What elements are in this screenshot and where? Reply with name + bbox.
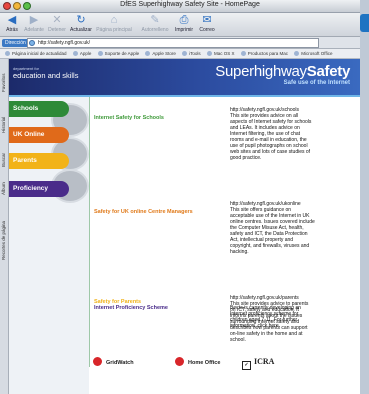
close-window-button[interactable] [3,2,11,10]
gridwatch-link[interactable]: GridWatch [93,357,134,368]
back-arrow-icon: ◀ [7,14,17,26]
section-heading-uk-online[interactable]: Safety for UK online Centre Managers [94,209,193,215]
mail-button[interactable]: ✉ Correo [197,14,217,33]
section-heading-schools[interactable]: Internet Safety for Schools [94,115,164,121]
nav-tab-parents[interactable]: Parents [9,153,69,169]
site-banner: department for education and skills Supe… [9,59,360,97]
refresh-button[interactable]: ↻ Actualizar [69,14,93,33]
bookmark-icon [145,51,151,56]
icra-logo-icon: ✓ [242,361,251,370]
globe-icon [29,40,35,46]
refresh-icon: ↻ [76,14,86,26]
icra-link[interactable]: ✓ ICRA [242,357,274,370]
favorite-link[interactable]: Productos para Mac [240,49,288,58]
section-description-uk-online: http://safety.ngfl.gov.uk/ukonline This … [230,201,315,255]
mail-icon: ✉ [202,14,212,26]
sidetab-history[interactable]: Historial [1,107,8,143]
title-bar: DfES Superhighway Safety Site - HomePage [0,0,360,13]
window-title: DfES Superhighway Safety Site - HomePage [120,1,260,8]
address-input[interactable]: http://safety.ngfl.gov.uk/ [27,38,319,48]
sidetab-album[interactable]: Álbum [1,177,8,201]
web-page: department for education and skills Supe… [9,59,360,394]
main-content: Internet Safety for Schools http://safet… [94,107,354,357]
desktop-edge [360,0,369,394]
bookmark-icon [72,51,78,56]
bookmark-icon [5,51,10,56]
favorite-link[interactable]: Apple Store [145,49,176,58]
favorite-link[interactable]: Página inicial de actualidad [5,49,67,58]
zoom-window-button[interactable] [23,2,31,10]
bookmark-icon [294,51,300,56]
bookmark-icon [182,51,188,56]
forward-arrow-icon: ▶ [29,14,39,26]
favorite-link[interactable]: Apple [72,49,91,58]
nav-tab-uk-online[interactable]: UK Online [9,127,69,143]
back-button[interactable]: ◀ Atrás [3,14,21,33]
autofill-button[interactable]: ✎ Autorrelleno [139,14,171,33]
section-description-schools: http://safety.ngfl.gov.uk/schools This s… [230,107,315,161]
favorite-link[interactable]: iTools [182,49,201,58]
background-window-edge [360,14,369,32]
favorite-link[interactable]: Microsoft Office [294,49,332,58]
print-icon: ⎙ [179,14,189,26]
favorites-bar: Página inicial de actualidad Apple Sopor… [0,49,360,59]
favorite-link[interactable]: Mac OS X [206,49,234,58]
section-heading-proficiency[interactable]: Internet Proficiency Scheme [94,305,168,311]
minimize-window-button[interactable] [13,2,21,10]
sidetab-search[interactable]: Buscar [1,147,8,173]
explorer-side-tabs: Favoritos Historial Buscar Álbum Recorte… [0,59,9,394]
address-bar-row: Dirección http://safety.ngfl.gov.uk/ [0,37,360,49]
home-office-logo-icon [175,357,184,366]
sidetab-favorites[interactable]: Favoritos [1,63,8,103]
bookmark-icon [240,51,246,56]
forward-button[interactable]: ▶ Adelante [23,14,45,33]
stop-icon: ✕ [52,14,62,26]
nav-tab-schools[interactable]: Schools [9,101,69,117]
dfes-logo[interactable]: education and skills [13,71,78,80]
bookmark-icon [206,51,212,56]
bookmark-icon [97,51,103,56]
home-icon: ⌂ [110,14,118,26]
browser-toolbar: ◀ Atrás ▶ Adelante ✕ Detener ↻ Actualiza… [0,13,360,37]
stop-button[interactable]: ✕ Detener [47,14,67,33]
home-office-link[interactable]: Home Office [175,357,220,368]
favorite-link[interactable]: Soporte de Apple [97,49,139,58]
print-button[interactable]: ⎙ Imprimir [173,14,195,33]
home-button[interactable]: ⌂ Página principal [95,14,133,33]
site-subtitle: Safe use of the Internet [283,80,350,86]
nav-tab-proficiency[interactable]: Proficiency [9,181,69,197]
browser-window: DfES Superhighway Safety Site - HomePage… [0,0,360,394]
autofill-icon: ✎ [150,14,160,26]
site-title: SuperhighwaySafety [215,63,350,80]
section-description-proficiency: Becta is currently developing an Interne… [230,305,301,329]
sidetab-page-clips[interactable]: Recortes de página [1,205,8,275]
address-label: Dirección [2,39,29,47]
gridwatch-logo-icon [93,357,102,366]
nav-divider [89,97,90,367]
left-navigation: Schools UK Online Parents Proficiency [9,97,89,394]
